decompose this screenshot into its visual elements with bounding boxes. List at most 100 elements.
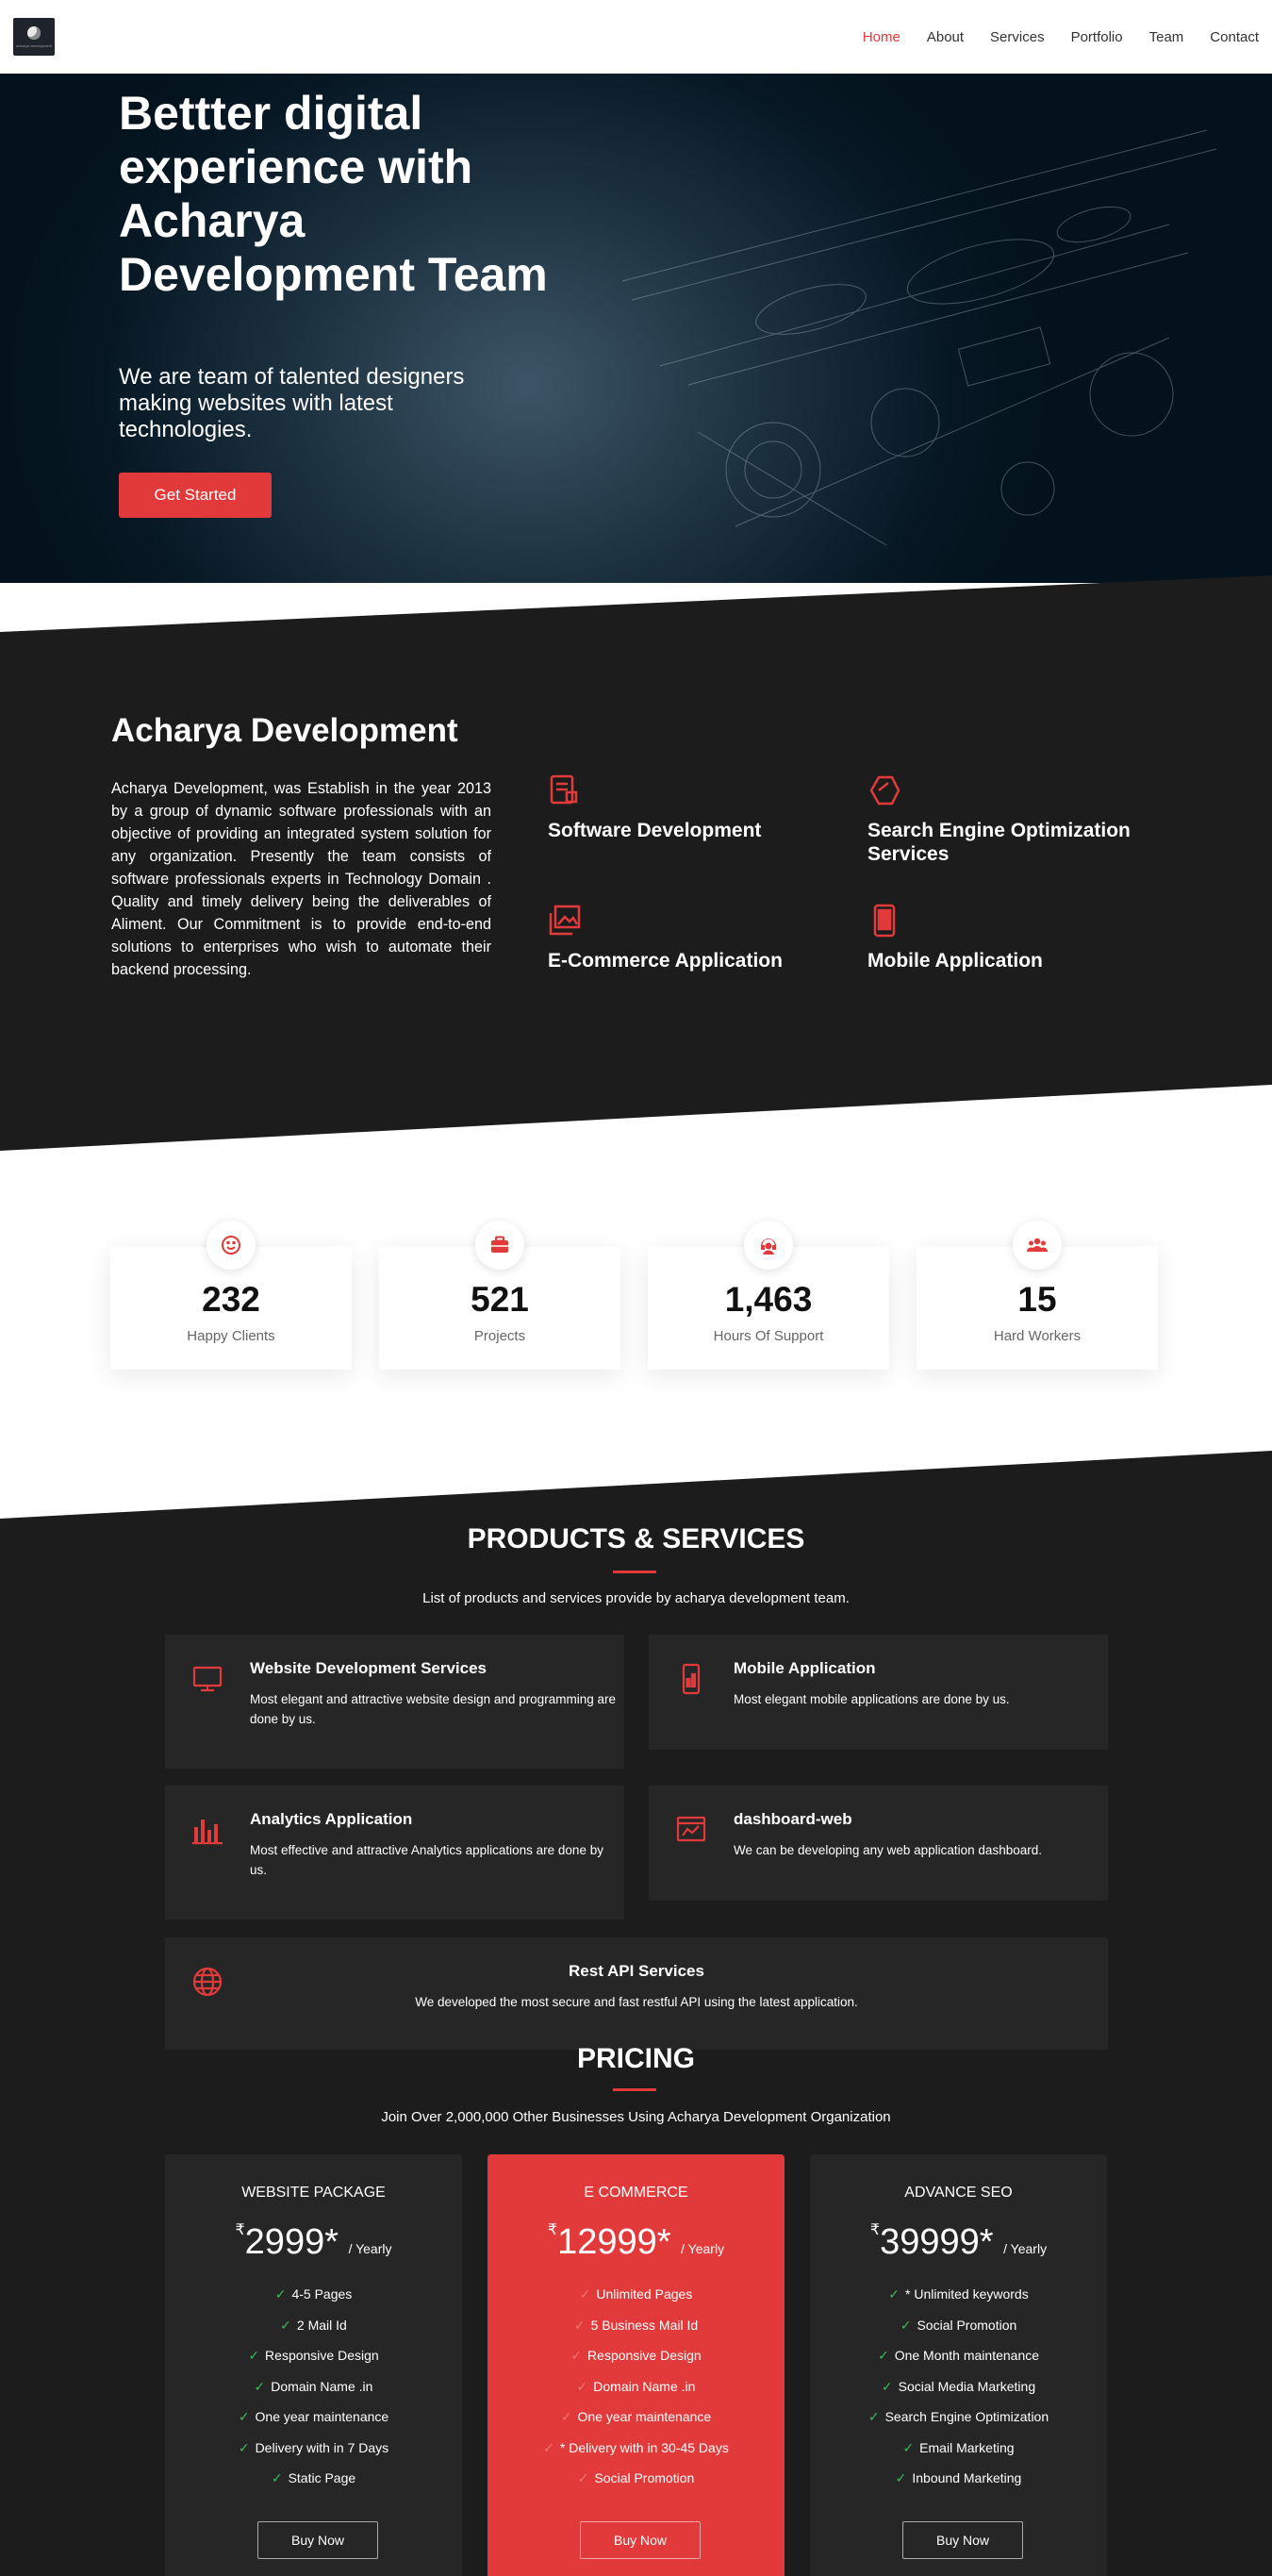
hexagon-icon (869, 775, 900, 806)
check-icon: ✓ (576, 2378, 588, 2394)
feature-item: ✓ One year maintenance (560, 2409, 712, 2424)
feature-item: ✓ Inbound Marketing (895, 2470, 1022, 2485)
plan-price: ₹39999* / Yearly (810, 2220, 1107, 2263)
title-underline (613, 1571, 656, 1573)
product-description: We developed the most secure and fast re… (415, 1995, 858, 2009)
stat-value: 1,463 (724, 1280, 813, 1319)
check-icon: ✓ (280, 2317, 291, 2333)
product-description: Most elegant and attractive website desi… (250, 1692, 616, 1726)
product-card-dashboard-web[interactable]: dashboard-web We can be developing any w… (649, 1786, 1108, 1901)
feature-item: ✓ Domain Name .in (254, 2378, 373, 2394)
price-value: 12999* (557, 2222, 671, 2262)
stat-card-projects: 521 Projects (379, 1221, 620, 1370)
headset-icon (744, 1221, 793, 1270)
product-card-mobile-application[interactable]: Mobile Application Most elegant mobile a… (649, 1635, 1108, 1750)
price-period: / Yearly (1003, 2241, 1048, 2256)
price-value: 39999* (880, 2222, 994, 2262)
smile-icon (206, 1221, 256, 1270)
nav-home[interactable]: Home (863, 29, 900, 45)
check-icon: ✓ (881, 2378, 893, 2394)
nav-services[interactable]: Services (990, 29, 1045, 45)
title-underline (613, 2088, 656, 2091)
feature-item: ✓ Social Media Marketing (881, 2378, 1036, 2394)
service-label: E-Commerce Application (548, 950, 783, 972)
check-icon: ✓ (888, 2286, 900, 2302)
service-mobile: Mobile Application (867, 904, 1150, 972)
main-nav: Home About Services Portfolio Team Conta… (863, 29, 1259, 45)
about-text: Acharya Development, was Establish in th… (111, 780, 491, 978)
check-icon: ✓ (573, 2317, 586, 2333)
check-icon: ✓ (577, 2470, 589, 2485)
check-icon: ✓ (895, 2470, 907, 2485)
check-icon: ✓ (867, 2409, 880, 2424)
plan-name: E COMMERCE (584, 2185, 688, 2201)
check-icon: ✓ (900, 2317, 912, 2333)
nav-about[interactable]: About (927, 29, 964, 45)
product-card-website-development[interactable]: Website Development Services Most elegan… (165, 1635, 624, 1769)
price-value: 2999* (244, 2222, 339, 2262)
briefcase-icon (475, 1221, 524, 1270)
service-ecommerce: E-Commerce Application (548, 904, 831, 972)
feature-item: ✓ One year maintenance (238, 2409, 389, 2424)
stat-card-happy-clients: 232 Happy Clients (110, 1221, 352, 1370)
stat-label: Hard Workers (993, 1328, 1082, 1344)
stat-value: 521 (471, 1280, 529, 1319)
check-icon: ✓ (248, 2348, 260, 2363)
buy-now-button[interactable]: Buy Now (580, 2521, 701, 2559)
buy-now-button[interactable]: Buy Now (902, 2521, 1023, 2559)
check-icon: ✓ (271, 2470, 283, 2485)
feature-item: ✓ 4-5 Pages (274, 2286, 353, 2302)
plan-price: ₹12999* / Yearly (487, 2220, 785, 2263)
logo-icon (27, 25, 41, 40)
nav-contact[interactable]: Contact (1210, 29, 1259, 45)
check-icon: ✓ (902, 2439, 915, 2455)
site-header: acharya development Home About Services … (0, 0, 1272, 74)
monitor-icon (192, 1666, 223, 1692)
product-description: Most effective and attractive Analytics … (250, 1843, 603, 1877)
pricing-card-advance-seo: ADVANCE SEO ₹39999* / Yearly ✓ * Unlimite… (810, 2154, 1107, 2576)
stat-label: Hours Of Support (713, 1328, 824, 1344)
feature-item: ✓ Social Promotion (900, 2317, 1017, 2333)
nav-team[interactable]: Team (1149, 29, 1184, 45)
people-icon (1013, 1221, 1062, 1270)
feature-list: ✓ Unlimited Pages ✓ 5 Business Mail Id ✓ Re… (487, 2279, 785, 2494)
feature-item: ✓ * Delivery with in 30-45 Days (543, 2439, 729, 2455)
service-label: Software Development (548, 820, 762, 841)
check-icon: ✓ (579, 2286, 591, 2302)
feature-item: ✓ One Month maintenance (877, 2348, 1040, 2363)
check-icon: ✓ (238, 2439, 250, 2455)
pricing-subtitle: Join Over 2,000,000 Other Businesses Usi… (381, 2109, 891, 2125)
product-card-rest-api[interactable]: Rest API Services We developed the most … (165, 1937, 1108, 2050)
get-started-button[interactable]: Get Started (119, 473, 272, 518)
phone-icon (682, 1663, 701, 1695)
plan-name: ADVANCE SEO (904, 2185, 1013, 2201)
engine-blueprint-illustration (621, 129, 1217, 546)
product-title: dashboard-web (734, 1810, 852, 1828)
hero-section: Bettter digital experience with Acharya … (0, 74, 1272, 583)
product-title: Analytics Application (250, 1810, 413, 1828)
service-software-development: Software Development (548, 773, 831, 842)
feature-item: ✓ Delivery with in 7 Days (238, 2439, 389, 2455)
check-icon: ✓ (560, 2409, 572, 2424)
logo-text: acharya development (15, 42, 53, 48)
feature-item: ✓ Search Engine Optimization (867, 2409, 1049, 2424)
feature-item: ✓ Responsive Design (248, 2348, 379, 2363)
check-icon: ✓ (543, 2439, 554, 2455)
product-description: We can be developing any web application… (734, 1843, 1042, 1857)
feature-item: ✓ Unlimited Pages (579, 2286, 693, 2302)
price-period: / Yearly (681, 2241, 725, 2256)
buy-now-button[interactable]: Buy Now (257, 2521, 378, 2559)
currency-symbol: ₹ (547, 2222, 558, 2238)
plan-price: ₹2999* / Yearly (165, 2220, 462, 2263)
hero-title: Bettter digital experience with Acharya … (119, 87, 548, 301)
logo[interactable]: acharya development (13, 18, 55, 56)
feature-item: ✓ 5 Business Mail Id (573, 2317, 699, 2333)
feature-item: ✓ Responsive Design (570, 2348, 702, 2363)
phone-icon (873, 904, 896, 938)
check-icon: ✓ (570, 2348, 583, 2363)
service-label: Search Engine Optimization Services (867, 820, 1131, 865)
product-description: Most elegant mobile applications are don… (734, 1692, 1010, 1706)
product-card-analytics[interactable]: Analytics Application Most effective and… (165, 1786, 624, 1920)
nav-portfolio[interactable]: Portfolio (1071, 29, 1123, 45)
check-icon: ✓ (238, 2409, 250, 2424)
